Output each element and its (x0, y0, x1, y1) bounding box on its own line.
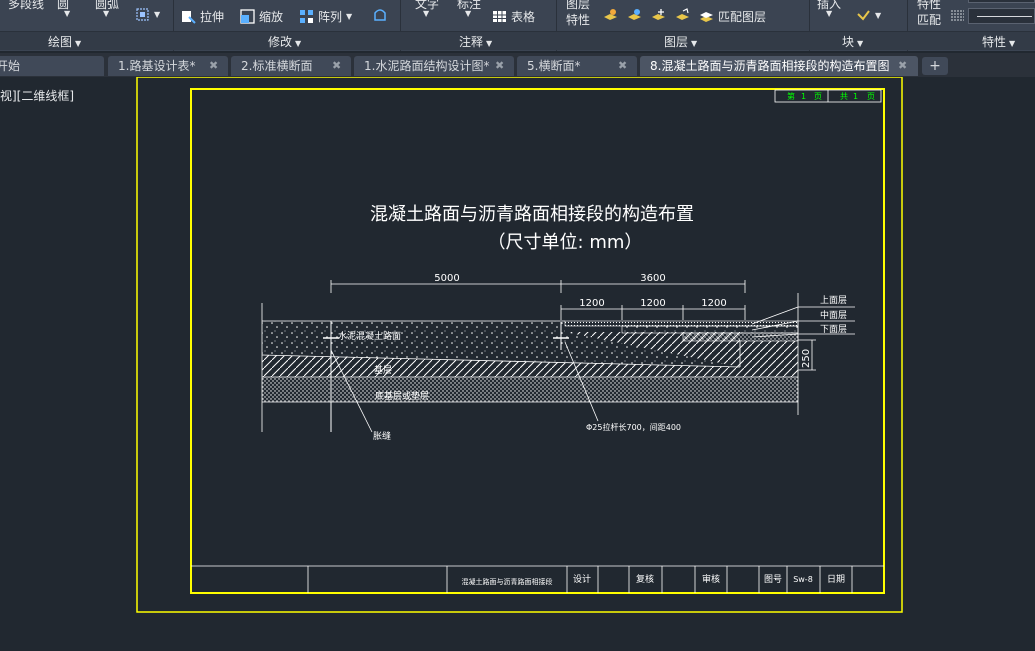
dimension-dropdown-icon[interactable]: ▼ (465, 9, 471, 18)
linetype-preview (977, 16, 1032, 17)
dim-5000: 5000 (434, 273, 459, 284)
insert-dropdown-icon[interactable]: ▼ (826, 9, 832, 18)
title-block: 混凝土路面与沥青路面相接段 设计 复核 审核 图号 Sw-8 日期 (191, 565, 884, 593)
titleblock-check: 复核 (636, 573, 654, 585)
table-label: 表格 (511, 10, 536, 24)
sheet-value-2: 1 (853, 92, 858, 101)
table-icon (493, 11, 506, 22)
table-button[interactable]: 表格 (492, 8, 535, 25)
dim-250: 250 (801, 349, 812, 368)
circle-dropdown-icon[interactable]: ▼ (64, 9, 70, 18)
stretch-button[interactable]: 拉伸 (181, 8, 224, 25)
match-layer-label: 匹配图层 (718, 10, 767, 24)
close-icon[interactable]: ✖ (898, 56, 907, 76)
panel-block[interactable]: 块 ▼ (842, 33, 863, 50)
label-base: 基层 (374, 364, 392, 376)
label-lower-layer: 下面层 (820, 324, 847, 335)
sheet-unit-1: 页 (814, 92, 822, 101)
tab-cement-pavement[interactable]: 1.水泥路面结构设计图* ✖ (354, 56, 514, 76)
linetype-select[interactable] (968, 8, 1035, 24)
label-upper-layer: 上面层 (820, 295, 847, 306)
array-label: 阵列 (318, 10, 343, 24)
panel-modify[interactable]: 修改 ▼ (268, 33, 301, 50)
region-icon (136, 8, 149, 21)
arc-dropdown-icon[interactable]: ▼ (103, 9, 109, 18)
titleblock-name: 混凝土路面与沥青路面相接段 (462, 577, 553, 586)
sheet-label-1: 第 (787, 91, 795, 101)
dim-3600: 3600 (640, 273, 665, 284)
region-dropdown-icon: ▼ (154, 10, 161, 19)
array-button[interactable]: 阵列 ▼ (299, 8, 352, 25)
tab-roadbed-table[interactable]: 1.路基设计表* ✖ (108, 56, 228, 76)
scale-label: 缩放 (259, 10, 284, 24)
dim-1200-b: 1200 (640, 298, 665, 309)
drawing-subtitle: （尺寸单位: mm） (488, 232, 643, 253)
stretch-icon (182, 11, 196, 24)
label-rebar: Φ25拉杆长700，间距400 (586, 422, 681, 432)
text-dropdown-icon[interactable]: ▼ (423, 9, 429, 18)
titleblock-design: 设计 (573, 573, 591, 585)
label-concrete: 水泥混凝土路面 (338, 330, 401, 342)
linetype-icon (951, 10, 964, 21)
label-middle-layer: 中面层 (820, 309, 847, 321)
close-icon[interactable]: ✖ (209, 56, 218, 76)
pedit-button[interactable] (373, 7, 388, 22)
label-joint: 胀缝 (373, 430, 391, 442)
scale-icon (240, 9, 255, 24)
region-button[interactable]: ▼ (135, 7, 160, 22)
ribbon-panel-bar (0, 31, 1035, 50)
titleblock-drawing-no-label: 图号 (764, 574, 782, 585)
close-icon[interactable]: ✖ (618, 56, 627, 76)
array-icon (300, 10, 313, 23)
titleblock-drawing-no: Sw-8 (793, 575, 813, 584)
drawing-canvas[interactable]: 第 1 页 共 1 页 混凝土路面与沥青路面相接段的构造布置 （尺寸单位: mm… (0, 77, 1035, 651)
scale-button[interactable]: 缩放 (240, 8, 283, 25)
close-icon[interactable]: ✖ (495, 56, 504, 76)
edit-block-button[interactable]: ▼ (856, 8, 881, 23)
titleblock-date: 日期 (827, 574, 845, 585)
panel-properties[interactable]: 特性 ▼ (982, 33, 1015, 50)
tab-standard-section[interactable]: 2.标准横断面 ✖ (231, 56, 351, 76)
layer-off-icon[interactable] (603, 8, 618, 23)
add-tab-button[interactable]: + (922, 57, 948, 75)
titleblock-review: 审核 (702, 573, 720, 585)
dim-1200-c: 1200 (701, 298, 726, 309)
match-layer-button[interactable]: 匹配图层 (699, 8, 766, 25)
sheet-unit-2: 页 (867, 92, 875, 101)
polyline-button[interactable]: 多段线 (8, 0, 44, 12)
match-properties-line2[interactable]: 匹配 (917, 11, 941, 28)
close-icon[interactable]: ✖ (332, 56, 341, 76)
stretch-label: 拉伸 (200, 10, 225, 24)
tab-transition-layout[interactable]: 8.混凝土路面与沥青路面相接段的构造布置图 ✖ (640, 56, 918, 76)
sheet-label-2: 共 (840, 92, 848, 101)
tab-start[interactable]: 开始 (0, 56, 104, 76)
layer-isolate-icon[interactable] (627, 8, 642, 23)
lineweight-select[interactable] (968, 0, 1035, 3)
dim-1200-a: 1200 (579, 298, 604, 309)
pedit-icon (374, 9, 386, 21)
layer-properties-line2[interactable]: 特性 (566, 11, 590, 28)
layer-lock-icon[interactable] (675, 8, 690, 23)
match-layer-icon (700, 12, 713, 22)
array-dropdown-icon: ▼ (346, 12, 353, 21)
pavement-section (261, 293, 799, 432)
drawing-title: 混凝土路面与沥青路面相接段的构造布置 (370, 204, 694, 225)
sheet-number-box: 第 1 页 共 1 页 (774, 89, 882, 103)
panel-layers[interactable]: 图层 ▼ (664, 33, 697, 50)
sheet-value-1: 1 (801, 92, 806, 101)
edit-block-icon (857, 10, 870, 21)
tab-cross-section[interactable]: 5.横断面* ✖ (517, 56, 637, 76)
panel-annotation[interactable]: 注释 ▼ (459, 33, 492, 50)
panel-draw[interactable]: 绘图 ▼ (48, 33, 81, 50)
label-subbase: 底基层或垫层 (375, 390, 429, 402)
edit-block-dropdown-icon: ▼ (875, 11, 882, 20)
layer-freeze-icon[interactable] (651, 8, 666, 23)
